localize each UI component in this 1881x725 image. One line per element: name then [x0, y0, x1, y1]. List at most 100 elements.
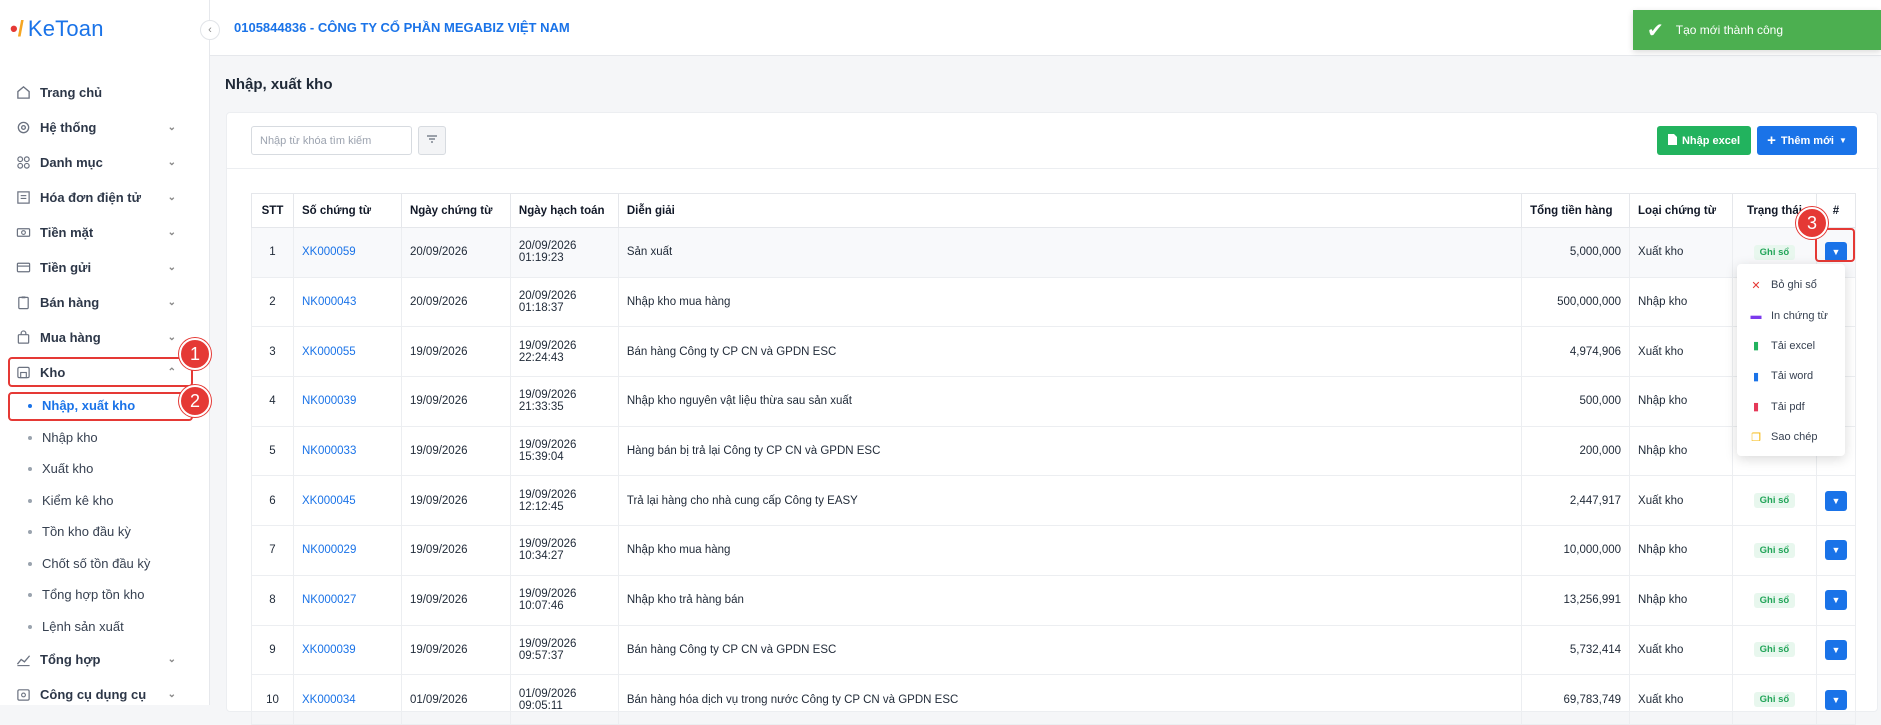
sidebar-subitem-lenh-san-xuat[interactable]: Lệnh sản xuất — [0, 611, 210, 643]
sidebar-subitem-tong-hop-ton-kho[interactable]: Tổng hợp tồn kho — [0, 579, 210, 611]
sidebar-item-label: Mua hàng — [40, 330, 101, 345]
sidebar-item-label: Hệ thống — [40, 120, 97, 135]
app-logo[interactable]: •/ KeToan — [10, 14, 104, 44]
col-stt[interactable]: STT — [251, 193, 294, 228]
filter-button[interactable] — [418, 126, 446, 155]
menu-item-close[interactable]: ✕ Bỏ ghi sổ — [1737, 270, 1845, 300]
sidebar-item-tien-gui[interactable]: Tiền gửi ⌄ — [0, 250, 210, 285]
close-icon: ✕ — [1751, 279, 1761, 292]
cell-so-chung-tu: XK000055 — [292, 326, 402, 378]
cell-tong-tien: 4,974,906 — [1521, 326, 1631, 378]
menu-item-label: Tải pdf — [1771, 400, 1805, 413]
cell-tong-tien: 5,732,414 — [1521, 624, 1631, 676]
chevron-down-icon: ⌄ — [167, 192, 176, 203]
voucher-link[interactable]: NK000039 — [302, 395, 356, 407]
sidebar-collapse-button[interactable]: ‹ — [200, 20, 220, 40]
cell-dien-giai: Hàng bán bị trả lại Công ty CP CN và GPD… — [617, 425, 1523, 477]
cell-loai-chung-tu: Xuất kho — [1629, 674, 1733, 725]
sidebar-item-ban-hang[interactable]: Bán hàng ⌄ — [0, 285, 210, 320]
sidebar-item-label: Công cụ dụng cụ — [40, 687, 147, 702]
row-action-button[interactable]: ▼ — [1824, 689, 1847, 710]
menu-item-excel-file[interactable]: ▮ Tải excel — [1737, 331, 1845, 361]
row-action-button[interactable]: ▼ — [1824, 590, 1847, 611]
sidebar-item-danh-muc[interactable]: Danh mục ⌄ — [0, 145, 210, 180]
table-row[interactable]: 9 XK000039 19/09/2026 19/09/2026 09:57:37 Bán… — [251, 624, 1857, 676]
menu-item-copy[interactable]: ❐ Sao chép — [1737, 422, 1845, 452]
menu-item-printer[interactable]: ▬ In chứng từ — [1737, 300, 1845, 330]
cell-ngay-hach-toan: 19/09/2026 21:33:35 — [509, 376, 619, 427]
table-row[interactable]: 8 NK000027 19/09/2026 19/09/2026 10:07:46 Nhậ… — [251, 574, 1857, 626]
cell-so-chung-tu: XK000059 — [292, 227, 402, 278]
voucher-link[interactable]: NK000043 — [302, 296, 356, 308]
col-ngay-hach-toan[interactable]: Ngày hạch toán — [509, 193, 619, 228]
table-row[interactable]: 6 XK000045 19/09/2026 19/09/2026 12:12:45 Trả… — [251, 475, 1857, 527]
cell-dien-giai: Nhập kho mua hàng — [617, 276, 1523, 328]
cell-tong-tien: 200,000 — [1521, 425, 1631, 477]
cell-ngay-hach-toan: 19/09/2026 10:34:27 — [509, 525, 619, 576]
voucher-link[interactable]: XK000059 — [302, 246, 356, 258]
cell-ngay-hach-toan: 19/09/2026 15:39:04 — [509, 425, 619, 477]
voucher-link[interactable]: NK000029 — [302, 544, 356, 556]
sidebar-item-cong-cu[interactable]: Công cụ dụng cụ ⌄ — [0, 677, 210, 712]
menu-item-pdf-file[interactable]: ▮ Tải pdf — [1737, 392, 1845, 422]
table-row[interactable]: 3 XK000055 19/09/2026 19/09/2026 22:24:43 Bán… — [251, 326, 1857, 378]
success-toast[interactable]: ✔ Tạo mới thành công — [1633, 10, 1881, 50]
row-action-button[interactable]: ▼ — [1824, 639, 1847, 660]
col-loai-chung-tu[interactable]: Loại chứng từ — [1629, 193, 1733, 228]
table-row[interactable]: 2 NK000043 20/09/2026 20/09/2026 01:18:37 Nhậ… — [251, 276, 1857, 328]
posting-time: 22:24:43 — [518, 351, 564, 364]
cell-loai-chung-tu: Nhập kho — [1629, 276, 1733, 328]
cell-trang-thai: Ghi sổ — [1731, 475, 1817, 527]
voucher-link[interactable]: NK000033 — [302, 445, 356, 457]
table-row[interactable]: 5 NK000033 19/09/2026 19/09/2026 15:39:04 Hàn… — [251, 425, 1857, 477]
sidebar-item-tong-hop[interactable]: Tổng hợp ⌄ — [0, 642, 210, 677]
posting-time: 21:33:35 — [518, 401, 564, 414]
import-excel-button[interactable]: Nhập excel — [1657, 126, 1751, 155]
sidebar-subitem-kiem-ke-kho[interactable]: Kiểm kê kho — [0, 485, 210, 517]
row-action-button[interactable]: ▼ — [1824, 490, 1847, 511]
cell-so-chung-tu: NK000033 — [292, 425, 402, 477]
cell-actions: ▼ — [1815, 525, 1857, 576]
cell-dien-giai: Nhập kho trả hàng bán — [617, 574, 1523, 626]
table-row[interactable]: 1 XK000059 20/09/2026 20/09/2026 01:19:23 Sản… — [251, 227, 1857, 278]
search-input[interactable]: Nhập từ khóa tìm kiếm — [251, 126, 412, 155]
sidebar-subitem-xuat-kho[interactable]: Xuất kho — [0, 453, 210, 485]
add-new-label: Thêm mới — [1780, 134, 1834, 147]
sidebar-subitem-ton-kho-dau-ky[interactable]: Tồn kho đầu kỳ — [0, 516, 210, 548]
posting-date: 19/09/2026 — [518, 538, 577, 551]
posting-date: 19/09/2026 — [518, 637, 577, 650]
col-dien-giai[interactable]: Diễn giải — [617, 193, 1523, 228]
divider — [227, 168, 1879, 169]
file-icon — [1667, 133, 1677, 148]
sidebar-item-trang-chu[interactable]: Trang chủ — [0, 75, 210, 110]
sidebar-item-tien-mat[interactable]: Tiền mặt ⌄ — [0, 215, 210, 250]
cell-so-chung-tu: XK000045 — [292, 475, 402, 527]
sidebar-subitem-chot-so-ton[interactable]: Chốt số tồn đầu kỳ — [0, 548, 210, 580]
cell-dien-giai: Nhập kho mua hàng — [617, 525, 1523, 576]
sidebar-item-hoa-don[interactable]: Hóa đơn điện tử ⌄ — [0, 180, 210, 215]
table-row[interactable]: 7 NK000029 19/09/2026 19/09/2026 10:34:27 Nhậ… — [251, 525, 1857, 576]
sidebar-item-label: Danh mục — [40, 155, 103, 170]
col-ngay-chung-tu[interactable]: Ngày chứng từ — [400, 193, 511, 228]
add-new-button[interactable]: + Thêm mới ▼ — [1757, 126, 1857, 155]
gear-icon — [14, 119, 32, 137]
grid-icon — [14, 154, 32, 172]
posting-date: 19/09/2026 — [518, 588, 577, 601]
posting-date: 19/09/2026 — [518, 339, 577, 352]
table-row[interactable]: 10 XK000034 01/09/2026 01/09/2026 09:05:11 Bá… — [251, 674, 1857, 725]
table-row[interactable]: 4 NK000039 19/09/2026 19/09/2026 21:33:35 Nhậ… — [251, 376, 1857, 427]
col-so-chung-tu[interactable]: Số chứng từ — [292, 193, 402, 228]
sidebar-subitem-nhap-kho[interactable]: Nhập kho — [0, 422, 210, 454]
voucher-link[interactable]: XK000045 — [302, 495, 356, 507]
voucher-link[interactable]: XK000034 — [302, 694, 356, 706]
row-action-button[interactable]: ▼ — [1824, 540, 1847, 561]
posting-time: 10:34:27 — [518, 550, 564, 563]
voucher-link[interactable]: XK000055 — [302, 346, 356, 358]
check-icon: ✔ — [1647, 19, 1664, 42]
home-icon — [14, 84, 32, 102]
col-tong-tien[interactable]: Tổng tiền hàng — [1521, 193, 1631, 228]
voucher-link[interactable]: NK000027 — [302, 594, 356, 606]
menu-item-word-file[interactable]: ▮ Tải word — [1737, 361, 1845, 391]
sidebar-item-he-thong[interactable]: Hệ thống ⌄ — [0, 110, 210, 145]
voucher-link[interactable]: XK000039 — [302, 644, 356, 656]
